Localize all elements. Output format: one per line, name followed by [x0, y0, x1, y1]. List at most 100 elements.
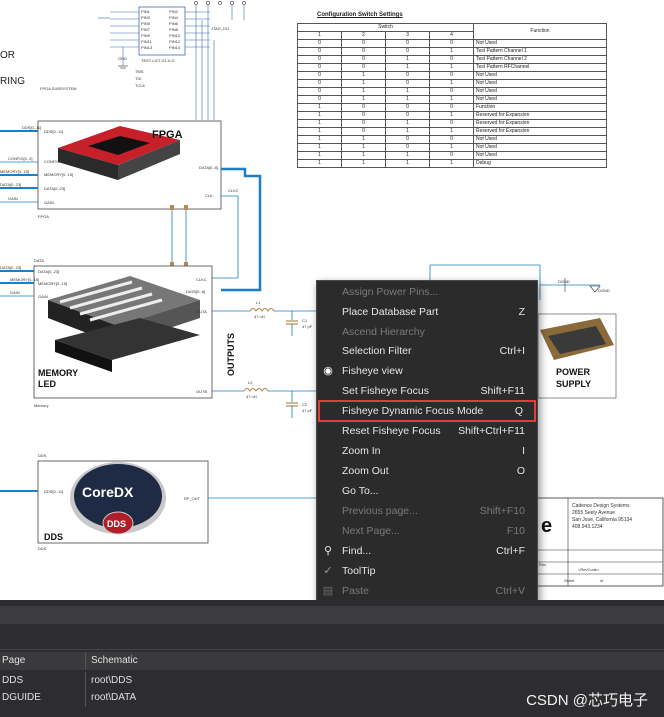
config-table-row: 0 1 1 0 Not Used — [297, 87, 607, 96]
switch-cell: 0 — [429, 55, 474, 64]
fpga-block[interactable]: FPGA DDS[0..11] CONFIG MEMORY[0..15] DAT… — [37, 120, 239, 219]
menu-item-place-database-part[interactable]: Place Database Part Z — [317, 302, 537, 322]
menu-item-reset-fisheye-focus[interactable]: Reset Fisheye Focus Shift+Ctrl+F11 — [317, 421, 537, 441]
c2-value: 47 pF — [302, 408, 313, 413]
switch-cell: 1 — [385, 159, 430, 168]
panel-toolbar — [0, 606, 664, 624]
switch-group-header: Switch — [297, 23, 474, 32]
menu-item-label: Zoom Out — [342, 465, 389, 477]
header-connector[interactable]: PIN1 PIN3 PIN5 PIN7 PIN9 PIN11 PIN13 PIN… — [98, 1, 246, 120]
switch-cell: 0 — [385, 143, 430, 152]
switch-cell: 0 — [341, 111, 386, 120]
menu-item-shortcut: Shift+Ctrl+F11 — [458, 425, 525, 437]
menu-item-shortcut: O — [516, 465, 525, 477]
menu-item-label: Ascend Hierarchy — [342, 326, 425, 338]
config-table-row: 1 0 0 0 Function — [297, 103, 607, 112]
header-pin-right-4: PIN8 — [169, 27, 179, 32]
switch-cell: 0 — [297, 47, 342, 56]
config-table-row: 1 1 0 1 Not Used — [297, 143, 607, 152]
menu-item-find[interactable]: ⚲ Find... Ctrl+F — [317, 541, 537, 561]
header-pin-left-7: PIN13 — [141, 45, 153, 50]
schematic-cell: root\DDS — [91, 675, 133, 686]
function-cell: Not Used — [473, 39, 607, 48]
switch-cell: 0 — [429, 135, 474, 144]
header-signal-tdi: TDI — [135, 76, 141, 81]
net-memory-mem-left: MEMORY[0..15] — [10, 277, 39, 282]
watermark: CSDN @芯巧电子 — [526, 692, 648, 709]
menu-item-paste[interactable]: ▤ Paste Ctrl+V — [317, 581, 537, 600]
switch-number-3: 3 — [385, 31, 430, 40]
menu-item-zoom-in[interactable]: Zoom In I — [317, 441, 537, 461]
menu-item-fisheye-view[interactable]: ◉ Fisheye view — [317, 361, 537, 381]
switch-cell: 1 — [297, 159, 342, 168]
config-table-title: Configuration Switch Settings — [317, 12, 403, 18]
switch-cell: 0 — [429, 87, 474, 96]
config-table-row: 0 1 1 1 Not Used — [297, 95, 607, 104]
column-header-schematic[interactable]: Schematic — [91, 655, 138, 666]
switch-number-1: 1 — [297, 31, 342, 40]
function-cell: Not Used — [473, 71, 607, 80]
title-block-rev-code: <RevCode> — [578, 567, 600, 572]
jtag-label: JTAG_DO — [211, 26, 229, 31]
menu-item-label: Assign Power Pins... — [342, 286, 439, 298]
config-table-body: 0 0 0 0 Not Used 0 0 0 1 Test Pattern Channel 100… — [297, 39, 607, 168]
function-cell: Not Used — [473, 151, 607, 160]
dds-ref: DDS — [38, 546, 47, 551]
fpga-left-wires: DDS[0..11] CONFIG[0..3] MEMORY[0..15] DA… — [0, 125, 41, 203]
menu-item-tooltip[interactable]: ✓ ToolTip — [317, 561, 537, 581]
panel-tabbar — [0, 624, 664, 650]
menu-item-selection-filter[interactable]: Selection Filter Ctrl+I — [317, 341, 537, 361]
menu-item-go-to[interactable]: Go To... — [317, 481, 537, 501]
switch-cell: 0 — [297, 79, 342, 88]
menu-item-ascend-hierarchy[interactable]: Ascend Hierarchy — [317, 322, 537, 342]
paste-icon: ▤ — [322, 585, 334, 597]
context-menu[interactable]: Assign Power Pins... Place Database Part Z… — [316, 280, 538, 600]
dds-block[interactable]: CoreDX TM DDS DDS DDS[0..11] RF_OUT DDS … — [0, 453, 316, 551]
switch-cell: 0 — [429, 103, 474, 112]
grid-header-row: Page Schematic — [0, 652, 664, 670]
fpga-ref: FPGA — [38, 214, 49, 219]
memory-block[interactable]: MEMORY LED DATA[0..23] MEMORY[0..15] GAI… — [33, 258, 213, 408]
menu-item-zoom-out[interactable]: Zoom Out O — [317, 461, 537, 481]
table-row[interactable]: DDS root\DDS — [0, 672, 664, 690]
switch-cell: 1 — [297, 151, 342, 160]
function-cell: Test Pattern Channel 2 — [473, 55, 607, 64]
menu-item-label: Fisheye view — [342, 365, 403, 377]
dds-logo-text: CoreDX — [82, 484, 134, 500]
menu-item-next-page[interactable]: Next Page... F10 — [317, 521, 537, 541]
switch-cell: 0 — [429, 71, 474, 80]
header-pin-left-5: PIN9 — [141, 33, 151, 38]
menu-item-label: Zoom In — [342, 445, 381, 457]
schematic-canvas[interactable]: OR RING PIN1 PIN3 PIN5 PIN7 PIN9 PIN11 P… — [0, 0, 664, 600]
output-filter: OUTPUTS L1 47 uH C1 47 pF L2 47 uH C2 47… — [212, 300, 316, 418]
menu-item-shortcut: F10 — [506, 525, 525, 537]
menu-item-label: Go To... — [342, 485, 379, 497]
function-cell: Reserved for Expansion — [473, 127, 607, 136]
switch-cell: 1 — [429, 159, 474, 168]
net-dds-left: DDS[0..11] — [22, 125, 41, 130]
config-table-row: 1 1 1 1 Debug — [297, 159, 607, 168]
memory-port-data-out: DATA[0..8] — [186, 289, 205, 294]
l2-ref: L2 — [248, 380, 253, 385]
schematic-cell: root\DATA — [91, 692, 137, 703]
switch-cell: 1 — [341, 135, 386, 144]
top-left-label-2: RING — [0, 76, 25, 87]
function-cell: Not Used — [473, 135, 607, 144]
function-cell: Reserved for Expansion — [473, 119, 607, 128]
page-cell: DDS — [2, 675, 24, 686]
page-cell: DGUIDE — [2, 692, 41, 703]
menu-item-previous-page[interactable]: Previous page... Shift+F10 — [317, 501, 537, 521]
fpga-title: FPGA — [152, 129, 183, 141]
header-pin-right-3: PIN6 — [169, 21, 179, 26]
memory-port-data: DATA[0..23] — [38, 269, 59, 274]
function-cell: Not Used — [473, 143, 607, 152]
column-header-page[interactable]: Page — [2, 655, 84, 666]
menu-item-assign-power-pins[interactable]: Assign Power Pins... — [317, 282, 537, 302]
menu-item-set-fisheye-focus[interactable]: Set Fisheye Focus Shift+F11 — [317, 381, 537, 401]
menu-item-shortcut: Shift+F10 — [479, 505, 525, 517]
switch-cell: 1 — [385, 151, 430, 160]
header-gnd-label: GND — [118, 56, 127, 61]
menu-item-label: Selection Filter — [342, 345, 412, 357]
menu-item-fisheye-dynamic-focus-mode[interactable]: Fisheye Dynamic Focus Mode Q — [318, 400, 536, 422]
switch-cell: 1 — [341, 71, 386, 80]
